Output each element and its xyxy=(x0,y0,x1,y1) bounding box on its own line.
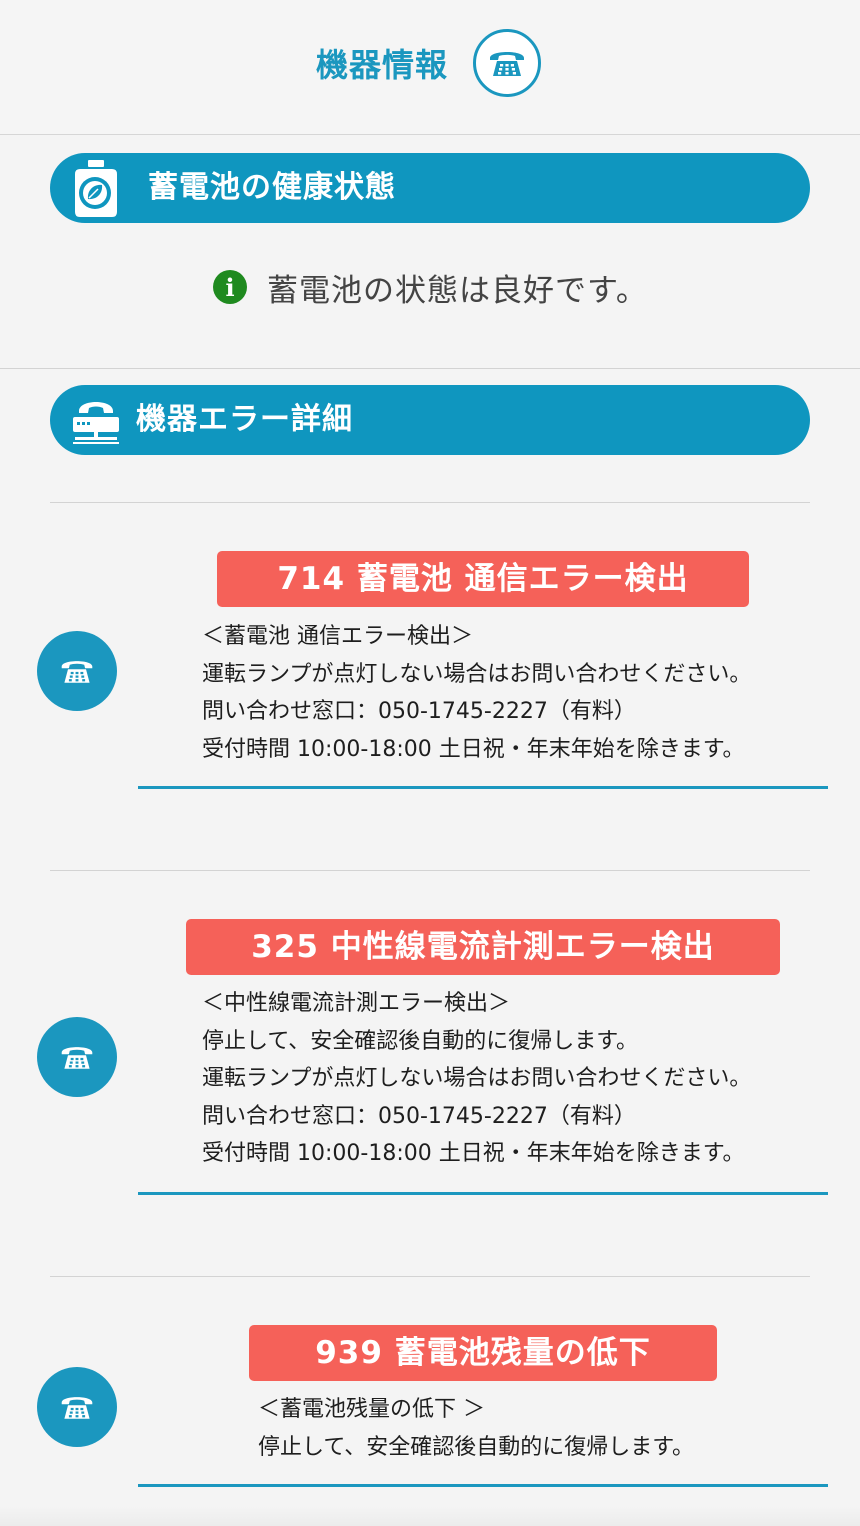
item-underline xyxy=(138,1484,828,1487)
divider xyxy=(50,502,810,503)
error-code-badge: 325 中性線電流計測エラー検出 xyxy=(186,919,780,975)
error-line: 停止して、安全確認後自動的に復帰します。 xyxy=(258,1434,695,1460)
header-call-button[interactable] xyxy=(473,29,541,97)
error-call-button[interactable] xyxy=(37,1367,117,1447)
error-line: 運転ランプが点灯しない場合はお問い合わせください。 xyxy=(202,1066,752,1091)
battery-status: i 蓄電池の状態は良好です。 xyxy=(213,262,648,312)
divider xyxy=(0,368,860,369)
battery-leaf-icon xyxy=(68,153,124,223)
error-call-button[interactable] xyxy=(37,631,117,711)
error-description: ＜中性線電流計測エラー検出＞ 停止して、安全確認後自動的に復帰します。 運転ラン… xyxy=(202,985,751,1173)
device-info-screen: 機器情報 蓄電池の健康状態 i 蓄電池の状態は良好です。 機器エラー詳細 714… xyxy=(0,0,860,1526)
error-line: ＜蓄電池残量の低下 ＞ xyxy=(258,1397,485,1422)
error-line: 停止して、安全確認後自動的に復帰します。 xyxy=(202,1028,639,1054)
header: 機器情報 xyxy=(0,0,860,135)
section-title: 蓄電池の健康状態 xyxy=(148,170,396,205)
info-icon: i xyxy=(213,270,247,304)
phone-icon xyxy=(61,1397,93,1419)
device-error-banner: 機器エラー詳細 xyxy=(50,385,810,455)
phone-icon xyxy=(61,661,93,683)
error-line: 問い合わせ窓口：050-1745-2227（有料） xyxy=(202,699,636,724)
bottom-edge xyxy=(0,1506,860,1526)
error-line: 受付時間 10:00-18:00 土日祝・年末年始を除きます。 xyxy=(202,736,745,762)
battery-health-banner: 蓄電池の健康状態 xyxy=(50,153,810,223)
error-line: 受付時間 10:00-18:00 土日祝・年末年始を除きます。 xyxy=(202,1141,745,1166)
error-line: ＜蓄電池 通信エラー検出＞ xyxy=(202,624,473,649)
error-line: 運転ランプが点灯しない場合はお問い合わせください。 xyxy=(202,661,752,687)
section-title: 機器エラー詳細 xyxy=(136,402,353,437)
page-title: 機器情報 xyxy=(316,46,449,84)
item-underline xyxy=(138,786,828,789)
error-call-button[interactable] xyxy=(37,1017,117,1097)
error-line: ＜中性線電流計測エラー検出＞ xyxy=(202,991,511,1016)
divider xyxy=(50,1276,810,1277)
phone-icon xyxy=(61,1047,93,1069)
error-description: ＜蓄電池 通信エラー検出＞ 運転ランプが点灯しない場合はお問い合わせください。 … xyxy=(202,618,751,768)
phone-icon xyxy=(490,52,524,76)
error-description: ＜蓄電池残量の低下 ＞ 停止して、安全確認後自動的に復帰します。 xyxy=(258,1391,694,1466)
error-code-badge: 714 蓄電池 通信エラー検出 xyxy=(217,551,749,607)
device-router-icon xyxy=(68,385,124,455)
error-code-badge: 939 蓄電池残量の低下 xyxy=(249,1325,717,1381)
error-line: 問い合わせ窓口：050-1745-2227（有料） xyxy=(202,1103,636,1129)
divider xyxy=(50,870,810,871)
item-underline xyxy=(138,1192,828,1195)
battery-status-text: 蓄電池の状態は良好です。 xyxy=(267,272,648,309)
